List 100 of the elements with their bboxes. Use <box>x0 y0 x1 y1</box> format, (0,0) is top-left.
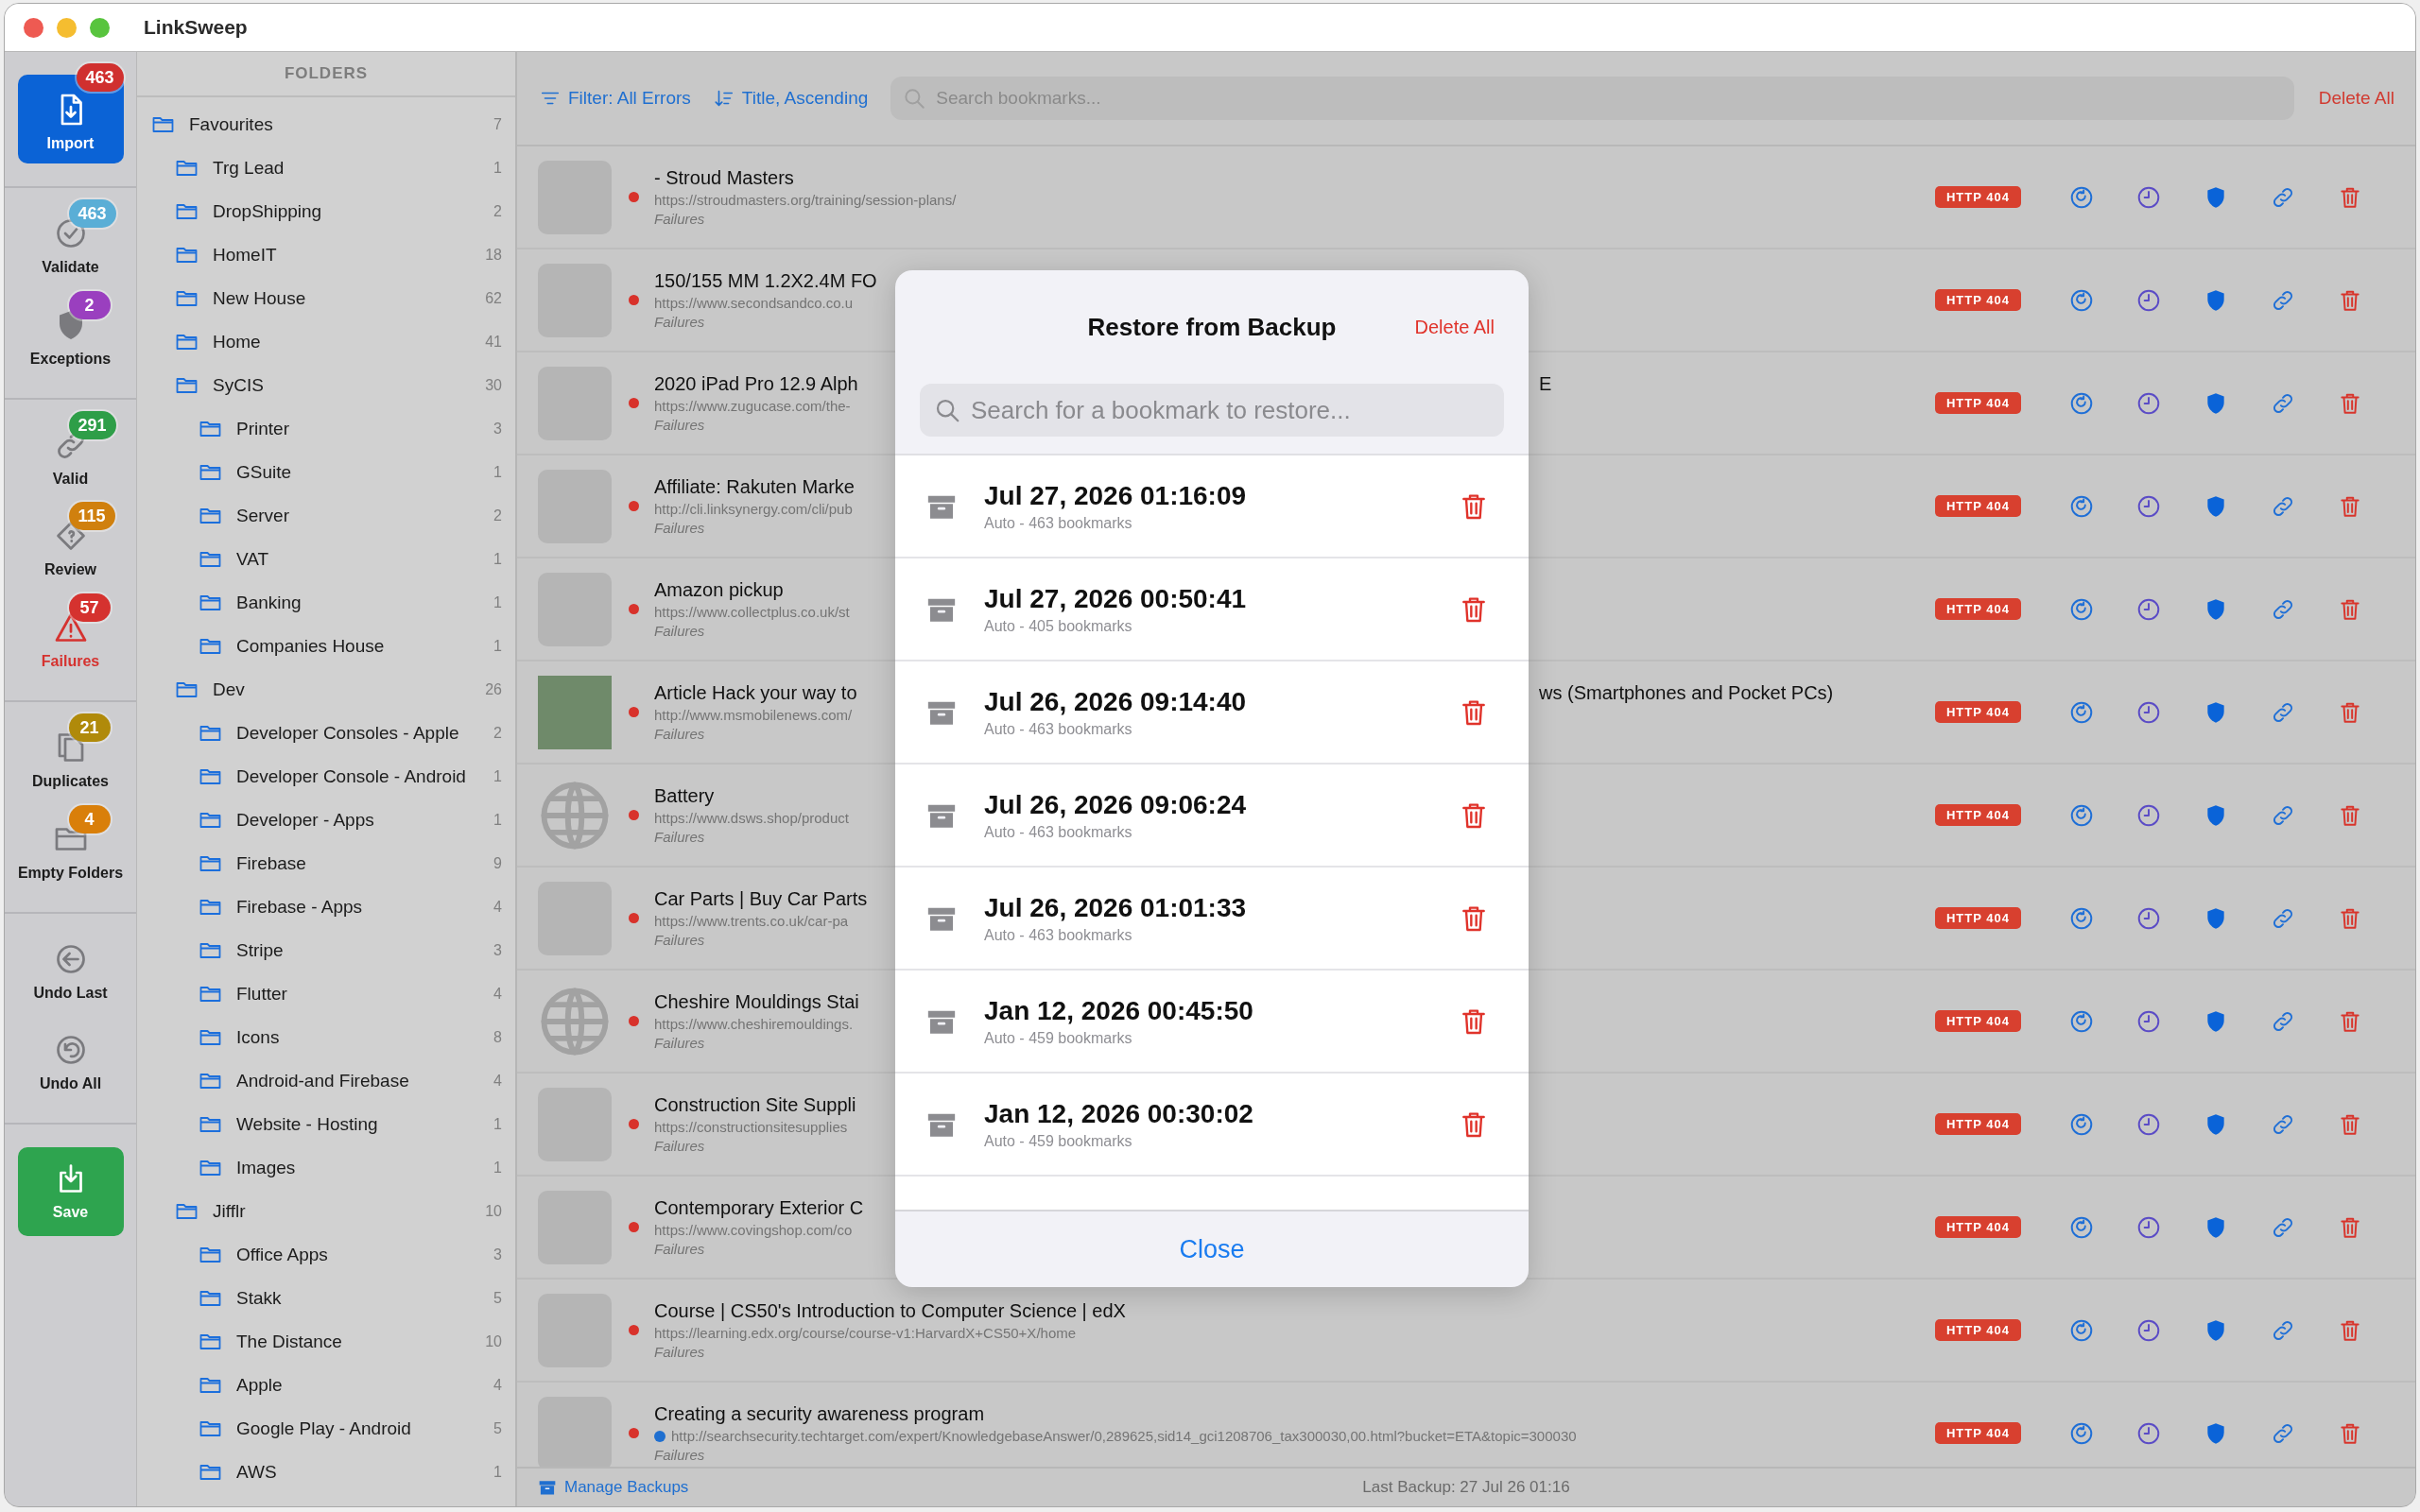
status-badge: HTTP 404 <box>1935 1010 2021 1032</box>
bookmark-url: http://cli.linksynergy.com/cli/pub <box>654 501 853 517</box>
folder-item[interactable]: Server 2 <box>137 494 515 538</box>
status-dot <box>629 192 639 202</box>
bookmark-row[interactable]: Creating a security awareness program http://searchsecurity.techtarget.com/expert/KnowledgebaseAnswer/0,289625,sid14_gci1208706_tax300030,00.html?bucket=ETA&topic=300030 Failures HTTP 404 <box>517 1383 2415 1467</box>
folder-item[interactable]: Printer 3 <box>137 407 515 451</box>
folder-item[interactable]: The Distance 10 <box>137 1320 515 1364</box>
category-label: Failures <box>654 1344 705 1360</box>
count-badge: 57 <box>68 593 111 623</box>
backup-detail: Auto - 459 bookmarks <box>984 1029 1133 1047</box>
folder-item[interactable]: Favourites 7 <box>137 103 515 146</box>
backup-detail: Auto - 463 bookmarks <box>984 720 1133 738</box>
folder-item[interactable]: Home 41 <box>137 320 515 364</box>
clock-icon <box>2135 493 2161 519</box>
folder-item[interactable]: Icons 8 <box>137 1016 515 1059</box>
folder-item[interactable]: Flutter 4 <box>137 972 515 1016</box>
clock-icon <box>2135 1008 2161 1034</box>
category-label: Failures <box>654 1035 705 1051</box>
folder-item[interactable]: SyCIS 30 <box>137 364 515 407</box>
close-window-button[interactable] <box>24 17 43 38</box>
folder-item[interactable]: Office Apps 3 <box>137 1233 515 1277</box>
count-badge: 463 <box>76 63 124 92</box>
category-label: Failures <box>654 1447 705 1463</box>
folder-item[interactable]: Apple 4 <box>137 1364 515 1407</box>
bookmark-url: https://learning.edx.org/course/course-v1:HarvardX+CS50+X/home <box>654 1325 1077 1341</box>
folder-item[interactable]: Developer Console - Android 1 <box>137 755 515 799</box>
count-badge: 21 <box>68 713 111 742</box>
status-badge: HTTP 404 <box>1935 1319 2021 1341</box>
bookmark-url: http://searchsecurity.techtarget.com/expert/KnowledgebaseAnswer/0,289625,sid14_gci1208706_tax300030,00.html?bucket=ETA&topic=300030 <box>671 1428 1577 1444</box>
delete-all-button[interactable]: Delete All <box>1414 316 1495 338</box>
bookmark-title: Cheshire Mouldings Stai <box>654 991 859 1013</box>
refresh-icon <box>2068 1317 2094 1343</box>
category-label: Failures <box>654 1241 705 1257</box>
bookmark-title: Construction Site Suppli <box>654 1094 856 1116</box>
folder-item[interactable]: New House 62 <box>137 277 515 320</box>
status-badge: HTTP 404 <box>1935 289 2021 311</box>
folder-item[interactable]: Stripe 3 <box>137 929 515 972</box>
folder-item[interactable]: DropShipping 2 <box>137 190 515 233</box>
status-badge: HTTP 404 <box>1935 1216 2021 1238</box>
search-field[interactable]: Search for a bookmark to restore... <box>920 384 1504 437</box>
folder-item[interactable]: Google Play - Android 5 <box>137 1407 515 1451</box>
status-dot <box>629 1222 639 1232</box>
refresh-icon <box>2068 493 2094 519</box>
folder-item[interactable]: Website - Hosting 1 <box>137 1103 515 1146</box>
bookmark-title: Contemporary Exterior C <box>654 1197 864 1219</box>
folder-item[interactable]: VAT 1 <box>137 538 515 581</box>
status-dot <box>629 707 639 717</box>
bookmark-url: https://www.zugucase.com/the- <box>654 398 851 414</box>
folder-item[interactable]: Firebase - Apps 4 <box>137 885 515 929</box>
folder-item[interactable]: Dev 26 <box>137 668 515 712</box>
status-dot <box>629 1119 639 1129</box>
refresh-icon <box>2068 287 2094 313</box>
folder-item[interactable]: Android-and Firebase 4 <box>137 1059 515 1103</box>
status-dot <box>629 295 639 305</box>
status-badge: HTTP 404 <box>1935 907 2021 929</box>
status-badge: HTTP 404 <box>1935 1422 2021 1444</box>
bookmark-title: Creating a security awareness program <box>654 1403 985 1425</box>
clock-icon <box>2135 1111 2161 1137</box>
backup-date: Jan 12, 2026 00:30:02 <box>984 1098 1254 1129</box>
bookmark-url: https://www.dsws.shop/product <box>654 810 849 826</box>
folder-item[interactable]: Trg Lead 1 <box>137 146 515 190</box>
status-dot <box>629 398 639 408</box>
close-button[interactable]: Close <box>1179 1234 1245 1264</box>
clock-icon <box>2135 802 2161 828</box>
count-badge: 463 <box>68 199 116 228</box>
folder-item[interactable]: HomeIT 18 <box>137 233 515 277</box>
zoom-window-button[interactable] <box>90 17 110 38</box>
bookmark-row[interactable]: - Stroud Masters https://stroudmasters.org/training/session-plans/ Failures HTTP 404 <box>517 146 2415 249</box>
bookmark-url: http://www.msmobilenews.com/ <box>654 707 853 723</box>
category-label: Failures <box>654 932 705 948</box>
backup-date: Jul 27, 2026 00:50:41 <box>984 583 1248 614</box>
folder-item[interactable]: Images 1 <box>137 1146 515 1190</box>
sidebar-item[interactable]: Undo All <box>13 1027 128 1101</box>
folder-item[interactable]: Stakk 5 <box>137 1277 515 1320</box>
folder-item[interactable]: Developer Consoles - Apple 2 <box>137 712 515 755</box>
folder-item[interactable]: Companies House 1 <box>137 625 515 668</box>
status-dot <box>629 1016 639 1026</box>
clock-icon <box>2135 1420 2161 1446</box>
count-badge: 291 <box>68 410 116 439</box>
count-badge: 4 <box>68 804 111 833</box>
refresh-icon <box>2068 1008 2094 1034</box>
folder-item[interactable]: Developer - Apps 1 <box>137 799 515 842</box>
status-badge: HTTP 404 <box>1935 1113 2021 1135</box>
category-label: Failures <box>654 1138 705 1154</box>
refresh-icon <box>2068 596 2094 622</box>
dialog-title: Restore from Backup <box>1087 312 1337 342</box>
folder-item[interactable]: Jifflr 10 <box>137 1190 515 1233</box>
status-dot <box>629 913 639 923</box>
bookmark-url: https://www.covingshop.com/co <box>654 1222 853 1238</box>
clock-icon <box>2135 1214 2161 1240</box>
sidebar-item[interactable]: Undo Last <box>13 936 128 1009</box>
clock-icon <box>2135 184 2161 210</box>
backup-date: Jul 26, 2026 09:06:24 <box>984 789 1248 820</box>
status-dot <box>629 1428 639 1438</box>
folder-item[interactable]: GSuite 1 <box>137 451 515 494</box>
folder-item[interactable]: Firebase 9 <box>137 842 515 885</box>
clock-icon <box>2135 699 2161 725</box>
folder-item[interactable]: Banking 1 <box>137 581 515 625</box>
minimize-window-button[interactable] <box>57 17 77 38</box>
folder-item[interactable]: AWS 1 <box>137 1451 515 1494</box>
